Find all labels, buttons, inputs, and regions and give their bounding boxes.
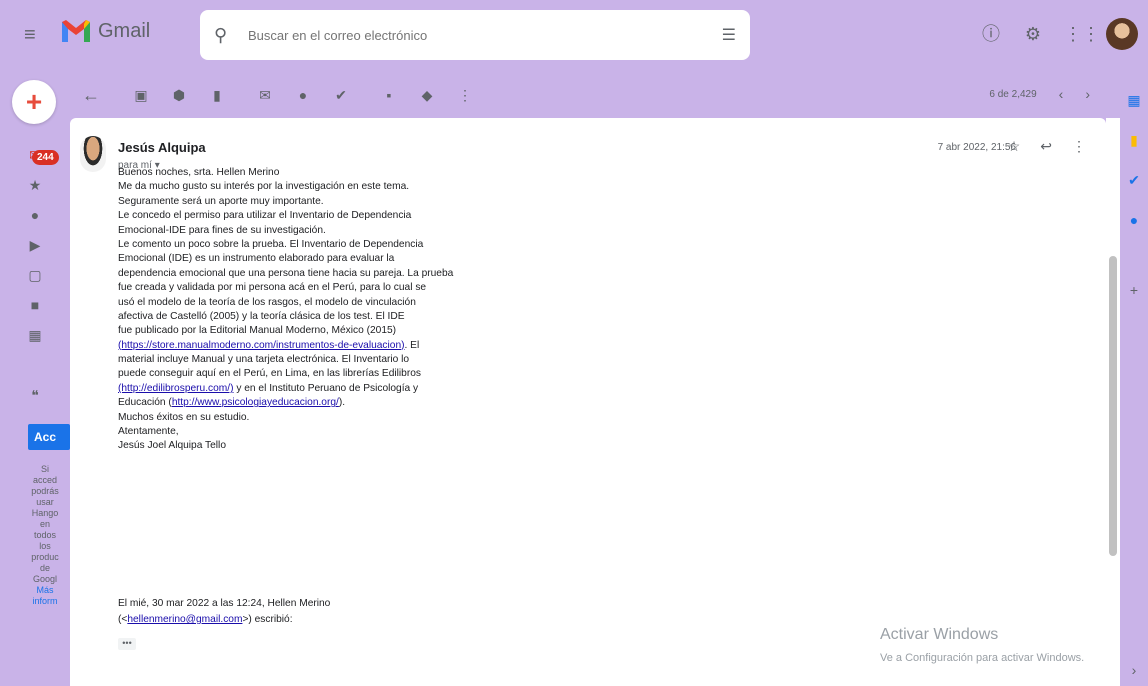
mark-unread-icon[interactable]: ✉	[254, 84, 276, 106]
windows-activation-title: Activar Windows	[880, 626, 999, 643]
message-toolbar: ← ▣ ⬢ ▮ ✉ ● ✔ ▪ ◆ ⋮ 6 de 2,429 ‹ ›	[70, 80, 1120, 110]
more-options-icon[interactable]: ⋮	[454, 84, 476, 106]
edilibros-link[interactable]: (http://edilibrosperu.com/)	[118, 383, 234, 394]
header-actions: ⓘ ⚙ ⋮⋮	[980, 18, 1138, 50]
app-header: ≡ Gmail ⚲ ☰ ⓘ ⚙ ⋮⋮	[0, 0, 1148, 80]
back-arrow-icon[interactable]: ←	[80, 84, 102, 106]
message-body: Buenos noches, srta. Hellen Merino Me da…	[118, 167, 454, 452]
app-name: Gmail	[98, 19, 151, 42]
help-icon[interactable]: ⓘ	[980, 23, 1002, 45]
snoozed-icon[interactable]: ●	[0, 200, 70, 230]
older-chevron-right-icon[interactable]: ›	[1085, 86, 1090, 102]
add-addon-icon[interactable]: +	[1120, 270, 1148, 310]
keyboard-icon[interactable]: ▦	[0, 320, 70, 350]
apps-grid-icon[interactable]: ⋮⋮	[1064, 23, 1100, 45]
pagination: 6 de 2,429 ‹ ›	[989, 86, 1090, 102]
message-actions: ☆ ↩ ⋮	[1008, 138, 1086, 155]
inbox-unread-badge: 244	[32, 150, 59, 165]
snooze-clock-icon[interactable]: ●	[292, 84, 314, 106]
search-bar[interactable]: ⚲ ☰	[200, 10, 750, 60]
tasks-icon[interactable]: ✔	[1120, 160, 1148, 200]
message-date: 7 abr 2022, 21:56	[937, 142, 1016, 153]
manual-moderno-link[interactable]: (https://store.manualmoderno.com/instrum…	[118, 340, 405, 351]
label-tag-icon[interactable]: ◆	[416, 84, 438, 106]
report-spam-icon[interactable]: ⬢	[168, 84, 190, 106]
sent-icon[interactable]: ▢	[0, 260, 70, 290]
settings-gear-icon[interactable]: ⚙	[1022, 23, 1044, 45]
label-icon[interactable]: ■	[0, 290, 70, 320]
message-scrollbar[interactable]	[1106, 118, 1120, 686]
side-panel-rail: ▦ ▮ ✔ ● + ›	[1120, 80, 1148, 686]
psicologia-link[interactable]: http://www.psicologiayeducacion.org/	[172, 397, 339, 408]
newer-chevron-left-icon[interactable]: ‹	[1059, 86, 1064, 102]
more-info-link[interactable]: Más	[22, 585, 68, 596]
star-icon[interactable]: ☆	[1008, 138, 1021, 155]
main-menu-icon[interactable]: ≡	[24, 24, 46, 46]
reply-icon[interactable]: ↩	[1040, 138, 1052, 155]
sender-name[interactable]: Jesús Alquipa	[118, 140, 206, 155]
important-icon[interactable]: ▶	[0, 230, 70, 260]
hangouts-info-text: Si acced podrás usar Hango en todos los …	[22, 464, 68, 607]
delete-trash-icon[interactable]: ▮	[206, 84, 228, 106]
hangouts-access-button[interactable]: Acc	[28, 424, 70, 450]
search-options-icon[interactable]: ☰	[722, 25, 736, 45]
quoted-email-link[interactable]: hellenmerino@gmail.com	[127, 614, 242, 625]
show-trimmed-content-button[interactable]: •••	[118, 638, 136, 650]
search-icon[interactable]: ⚲	[214, 25, 234, 45]
compose-button[interactable]: +	[12, 80, 56, 124]
gmail-logo[interactable]: Gmail	[60, 18, 150, 44]
hangouts-icon[interactable]: ❝	[0, 380, 70, 410]
sender-avatar[interactable]	[80, 136, 106, 172]
message-card: Jesús Alquipa para mí ▾ 7 abr 2022, 21:5…	[70, 118, 1106, 686]
calendar-icon[interactable]: ▦	[1120, 80, 1148, 120]
contacts-icon[interactable]: ●	[1120, 200, 1148, 240]
search-input[interactable]	[248, 27, 722, 43]
account-avatar[interactable]	[1106, 18, 1138, 50]
left-nav-rail: ✉ ★ ● ▶ ▢ ■ ▦ ❝	[0, 140, 70, 410]
more-vert-icon[interactable]: ⋮	[1072, 138, 1086, 155]
add-task-icon[interactable]: ✔	[330, 84, 352, 106]
pager-count: 6 de 2,429	[989, 88, 1037, 100]
gmail-m-icon	[62, 20, 90, 42]
move-to-icon[interactable]: ▪	[378, 84, 400, 106]
starred-icon[interactable]: ★	[0, 170, 70, 200]
keep-icon[interactable]: ▮	[1120, 120, 1148, 160]
windows-activation-text: Ve a Configuración para activar Windows.	[880, 652, 1085, 664]
more-info-link-2[interactable]: inform	[22, 596, 68, 607]
archive-icon[interactable]: ▣	[130, 84, 152, 106]
quoted-header: El mié, 30 mar 2022 a las 12:24, Hellen …	[118, 598, 331, 625]
scroll-thumb[interactable]	[1109, 256, 1117, 556]
expand-chevron-icon[interactable]: ›	[1120, 650, 1148, 686]
